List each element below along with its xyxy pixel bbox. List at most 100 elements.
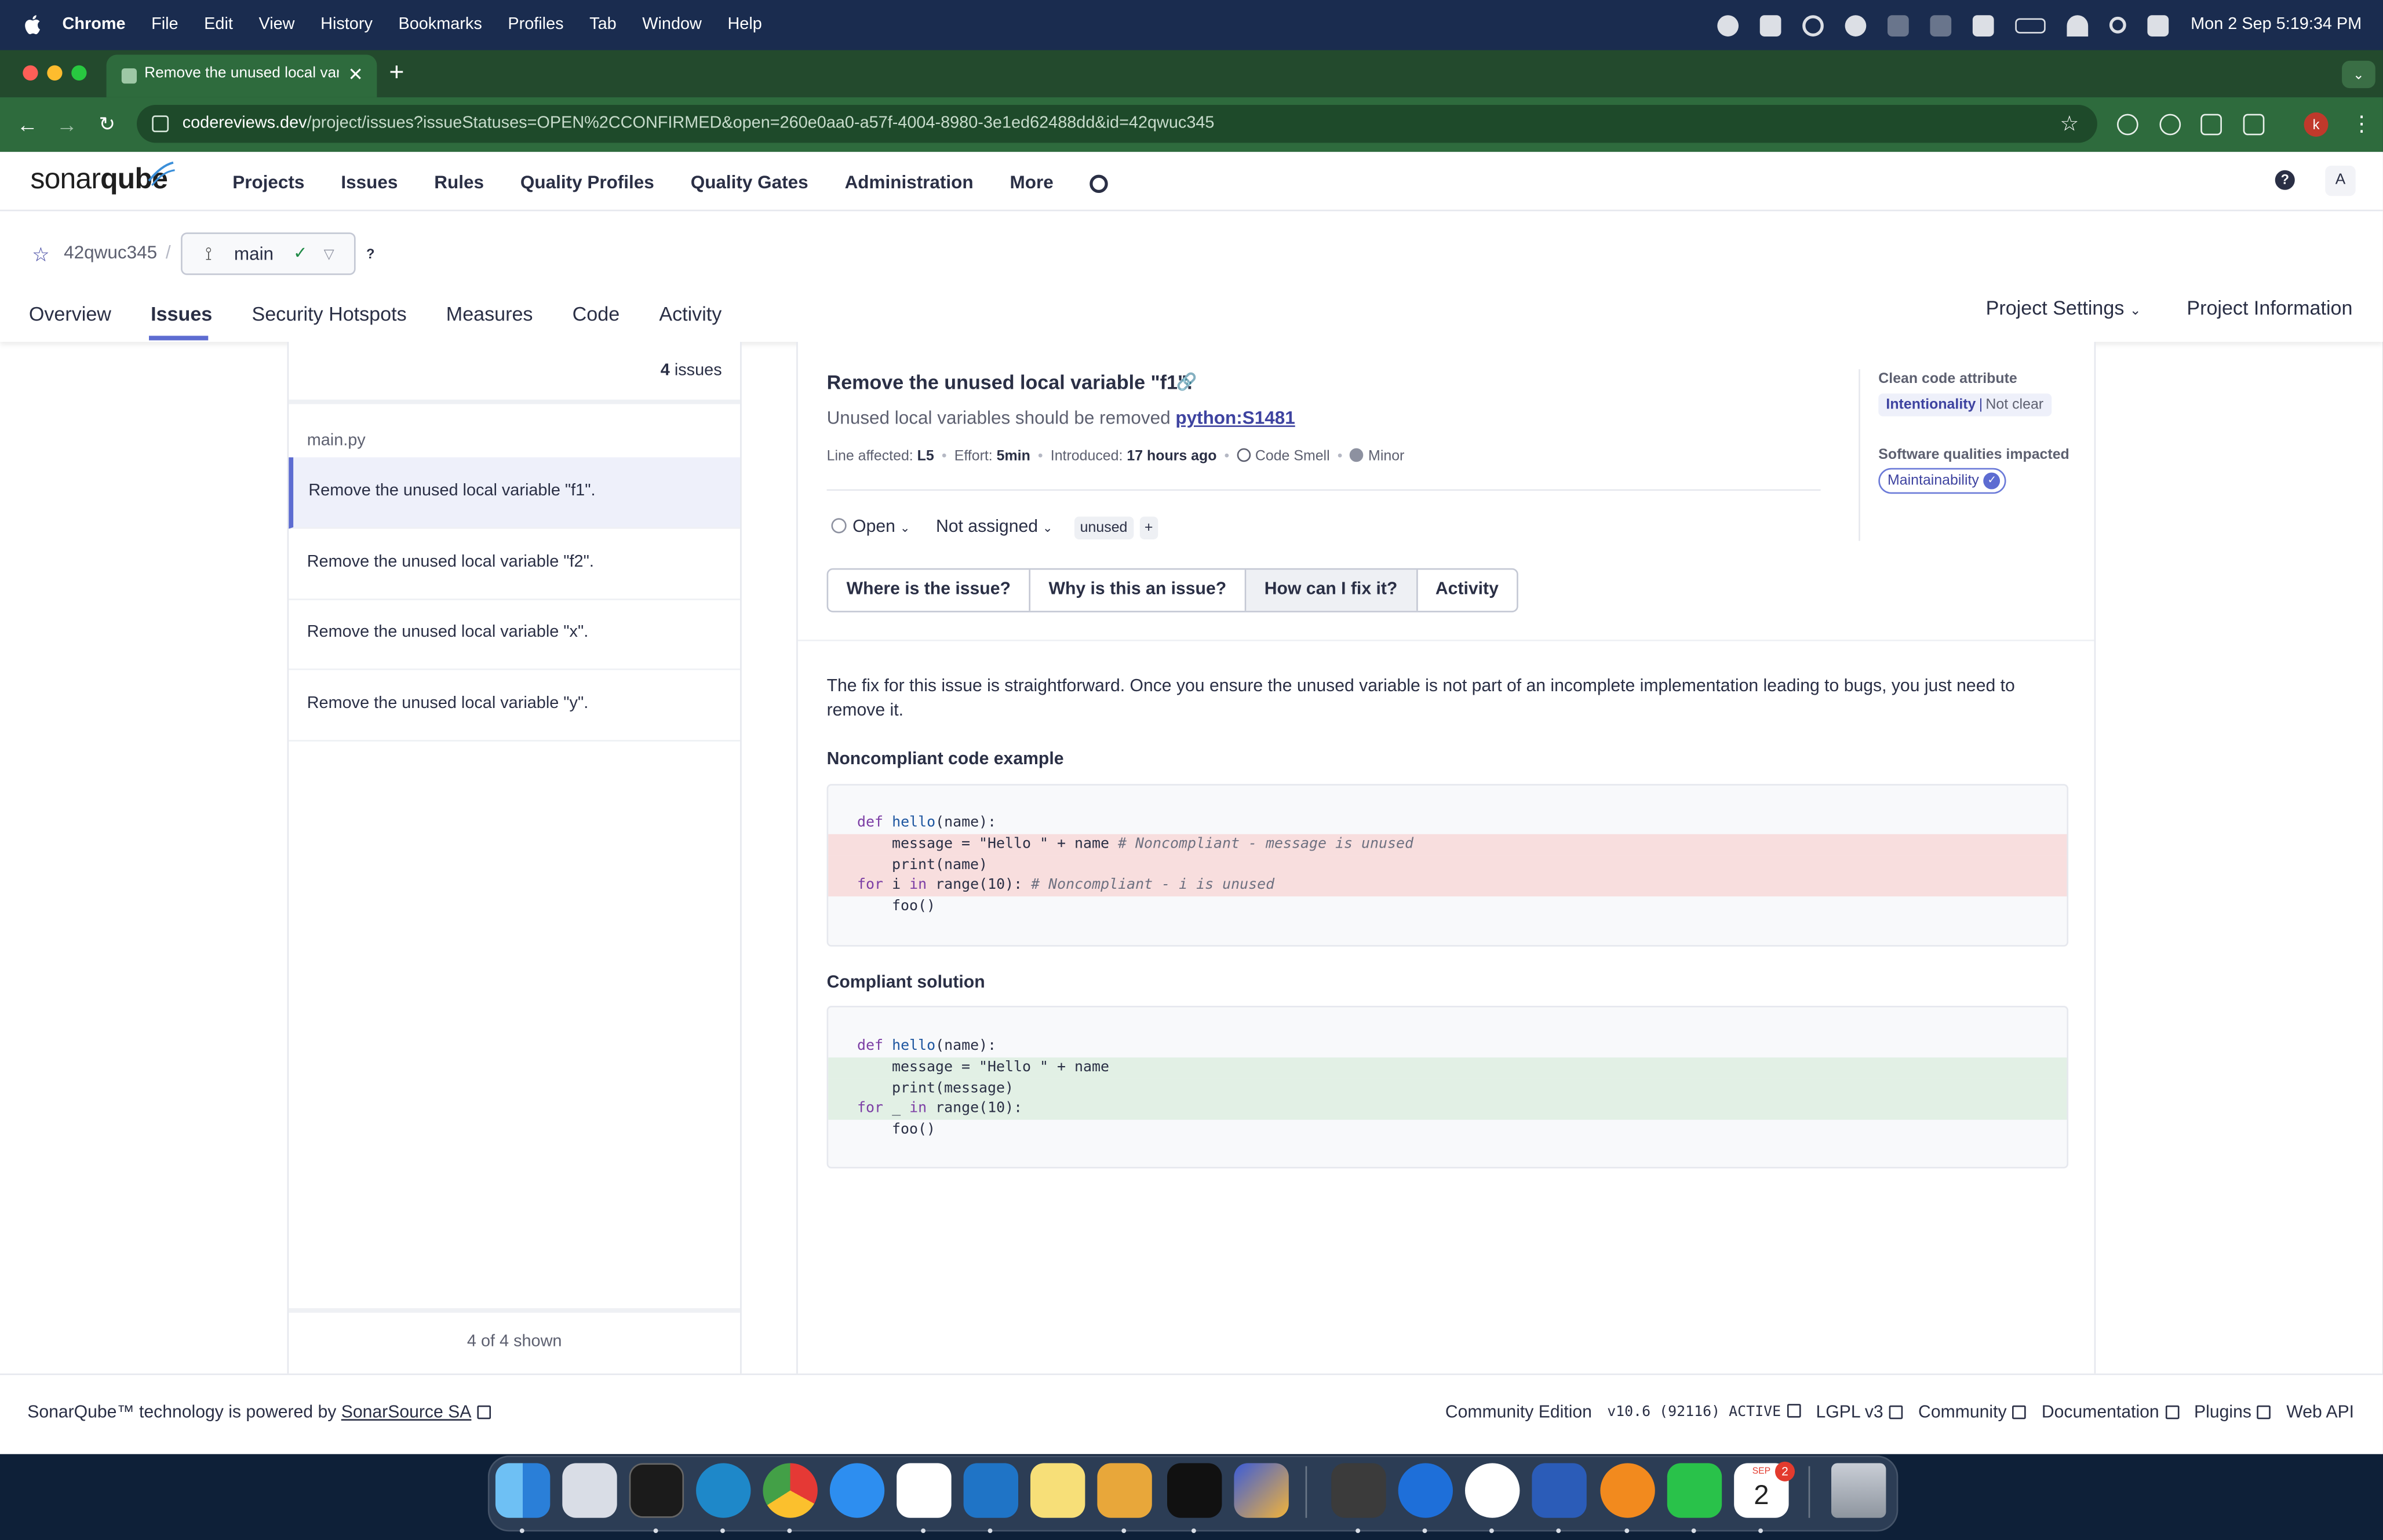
- site-info-icon[interactable]: [152, 115, 169, 133]
- intellij-icon[interactable]: [1167, 1463, 1222, 1518]
- favorite-star-icon[interactable]: ☆: [32, 243, 50, 268]
- whatsapp-icon[interactable]: [1667, 1463, 1722, 1518]
- profile-avatar[interactable]: k: [2304, 112, 2329, 137]
- address-url[interactable]: codereviews.dev/project/issues?issueStat…: [183, 105, 1215, 143]
- user-avatar[interactable]: A: [2325, 165, 2356, 196]
- control-center-icon[interactable]: [2148, 14, 2170, 36]
- cloud-icon[interactable]: [1761, 14, 1782, 36]
- screen-icon[interactable]: [1888, 14, 1910, 36]
- menu-file[interactable]: File: [151, 0, 178, 50]
- notes-icon[interactable]: [1030, 1463, 1085, 1518]
- menu-edit[interactable]: Edit: [204, 0, 233, 50]
- tab-search-button[interactable]: ⌄: [2342, 60, 2375, 89]
- tab-issues[interactable]: Issues: [151, 295, 212, 334]
- headphones-icon[interactable]: [1803, 14, 1825, 36]
- address-bar[interactable]: codereviews.dev/project/issues?issueStat…: [137, 104, 2097, 143]
- tab-measures[interactable]: Measures: [446, 295, 533, 334]
- menu-history[interactable]: History: [320, 0, 373, 50]
- minimize-window-button[interactable]: [47, 65, 63, 81]
- browser-tab-active[interactable]: Remove the unused local vari ✕: [106, 54, 377, 97]
- slack-icon[interactable]: [897, 1463, 952, 1518]
- chrome-menu-icon[interactable]: ⋮: [2351, 110, 2373, 137]
- nav-issues[interactable]: Issues: [341, 154, 398, 209]
- wifi-icon[interactable]: [2067, 14, 2089, 36]
- close-tab-icon[interactable]: ✕: [348, 54, 363, 94]
- list-item[interactable]: Remove the unused local variable "y".: [289, 670, 741, 742]
- menu-view[interactable]: View: [259, 0, 295, 50]
- menu-bookmarks[interactable]: Bookmarks: [398, 0, 482, 50]
- apple-logo-icon[interactable]: [23, 14, 41, 35]
- project-information-link[interactable]: Project Information: [2187, 289, 2352, 328]
- chrome-icon[interactable]: [763, 1463, 818, 1518]
- react-extension-icon[interactable]: [2200, 114, 2222, 136]
- openai-icon[interactable]: [1845, 14, 1867, 36]
- permalink-icon[interactable]: 🔗: [1176, 372, 1197, 392]
- sublime-text-icon[interactable]: [1331, 1463, 1386, 1518]
- tab-activity[interactable]: Activity: [659, 295, 722, 334]
- license-link[interactable]: LGPL v3: [1816, 1404, 1903, 1422]
- edge-icon[interactable]: [696, 1463, 751, 1518]
- vscode-icon[interactable]: [963, 1463, 1019, 1518]
- menu-profiles[interactable]: Profiles: [508, 0, 563, 50]
- finder-icon[interactable]: [495, 1463, 551, 1518]
- branch-help-icon[interactable]: ?: [366, 246, 381, 261]
- maps-pin-icon[interactable]: [1398, 1463, 1453, 1518]
- safari-icon[interactable]: [829, 1463, 885, 1518]
- tab-code[interactable]: Code: [573, 295, 620, 334]
- documentation-link[interactable]: Documentation: [2042, 1404, 2179, 1422]
- nav-rules[interactable]: Rules: [434, 154, 484, 209]
- project-key[interactable]: 42qwuc345: [64, 242, 157, 263]
- rule-key-link[interactable]: python:S1481: [1175, 407, 1295, 429]
- grammarly-icon[interactable]: [1718, 14, 1740, 36]
- menu-tab[interactable]: Tab: [589, 0, 617, 50]
- new-tab-button[interactable]: +: [389, 58, 404, 88]
- plugins-link[interactable]: Plugins: [2194, 1404, 2272, 1422]
- zoom-window-button[interactable]: [71, 65, 87, 81]
- bookmark-star-icon[interactable]: ☆: [2060, 105, 2079, 143]
- web-api-link[interactable]: Web API: [2286, 1404, 2354, 1422]
- grammarly-extension-icon[interactable]: [2159, 114, 2181, 136]
- nav-more[interactable]: More: [1010, 154, 1054, 209]
- back-icon[interactable]: ←: [17, 97, 38, 152]
- reload-icon[interactable]: ↻: [99, 97, 115, 152]
- search-icon[interactable]: [1090, 174, 1109, 192]
- assignee-dropdown[interactable]: Not assigned ⌄: [936, 518, 1052, 536]
- nav-administration[interactable]: Administration: [845, 154, 974, 209]
- community-link[interactable]: Community: [1918, 1404, 2027, 1422]
- mute-icon[interactable]: [1973, 14, 1995, 36]
- list-item[interactable]: Remove the unused local variable "x".: [289, 599, 741, 670]
- menu-clock[interactable]: Mon 2 Sep 5:19:34 PM: [2191, 0, 2362, 50]
- maintainability-badge[interactable]: Maintainability ✓: [1878, 468, 2007, 494]
- tab-how-can-i-fix-it[interactable]: How can I fix it?: [1246, 570, 1418, 611]
- tab-why-is-this-an-issue[interactable]: Why is this an issue?: [1030, 570, 1247, 611]
- sonarsource-link[interactable]: SonarSource SA: [341, 1404, 472, 1422]
- tag-unused[interactable]: unused: [1074, 516, 1134, 539]
- tab-activity[interactable]: Activity: [1417, 570, 1517, 611]
- branch-selector[interactable]: ⟟ main ✓ ▽: [181, 232, 356, 275]
- menu-help[interactable]: Help: [727, 0, 761, 50]
- battery-icon[interactable]: [2016, 17, 2047, 33]
- add-tag-button[interactable]: +: [1139, 516, 1158, 539]
- chatgpt-icon[interactable]: [1464, 1463, 1520, 1518]
- forward-icon[interactable]: →: [56, 97, 78, 152]
- project-settings-menu[interactable]: Project Settings ⌄: [1940, 288, 2141, 329]
- tab-where-is-the-issue[interactable]: Where is the issue?: [828, 570, 1031, 611]
- tab-security-hotspots[interactable]: Security Hotspots: [252, 295, 406, 334]
- clean-code-attribute-badge[interactable]: Intentionality | Not clear: [1878, 393, 2052, 417]
- postgres-elephant-icon[interactable]: [1097, 1463, 1152, 1518]
- menu-app-chrome[interactable]: Chrome: [63, 0, 126, 50]
- vpn-icon[interactable]: [1600, 1463, 1655, 1518]
- spotlight-icon[interactable]: [2110, 16, 2127, 34]
- nav-quality-gates[interactable]: Quality Gates: [691, 154, 808, 209]
- launchpad-icon[interactable]: [562, 1463, 617, 1518]
- tab-overview[interactable]: Overview: [29, 295, 111, 334]
- trash-icon[interactable]: [1831, 1463, 1886, 1518]
- status-dropdown[interactable]: Open ⌄: [831, 518, 910, 537]
- sourcetree-icon[interactable]: [1234, 1463, 1289, 1518]
- menu-window[interactable]: Window: [642, 0, 702, 50]
- extension-1-icon[interactable]: [2117, 114, 2138, 136]
- help-icon[interactable]: ?: [2275, 170, 2295, 190]
- version-label[interactable]: v10.6 (92116) ACTIVE: [1607, 1404, 1801, 1422]
- close-window-button[interactable]: [23, 65, 38, 81]
- list-item[interactable]: Remove the unused local variable "f2".: [289, 529, 741, 600]
